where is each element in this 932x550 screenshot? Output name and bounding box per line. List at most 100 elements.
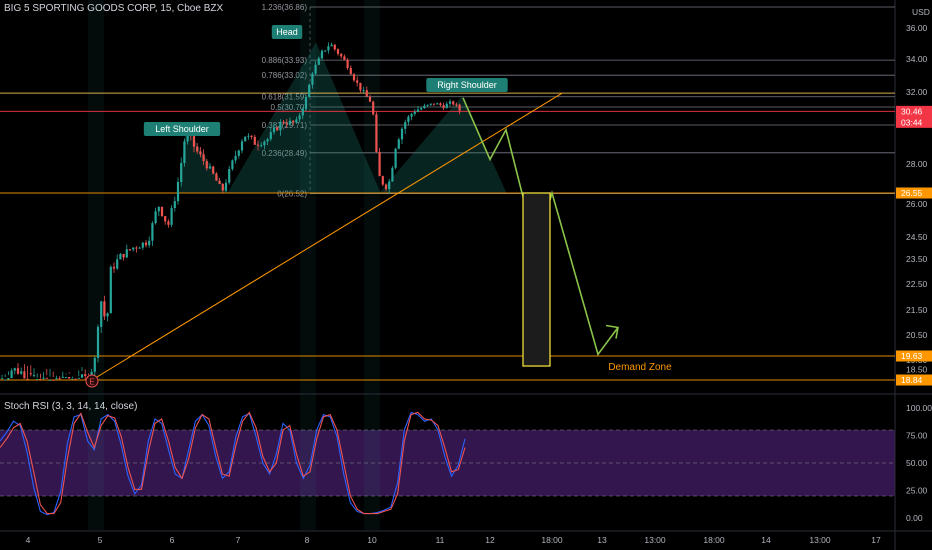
candle-body bbox=[224, 182, 228, 191]
candle-body bbox=[109, 266, 112, 314]
candle-body bbox=[170, 208, 173, 225]
candle-body bbox=[333, 44, 336, 50]
chart-canvas[interactable]: 1.236(36.86)0.886(33.93)0.786(33.02)0.61… bbox=[0, 0, 932, 550]
candle-body bbox=[20, 371, 23, 374]
candle-body bbox=[74, 378, 77, 380]
candle-body bbox=[218, 180, 221, 184]
symbol-header: BIG 5 SPORTING GOODS CORP, 15, Cboe BZX bbox=[4, 3, 224, 14]
candle-body bbox=[84, 374, 87, 377]
candle-body bbox=[45, 377, 48, 379]
candle-body bbox=[330, 44, 333, 47]
candle-body bbox=[100, 301, 103, 327]
candle-body bbox=[359, 82, 362, 91]
candle-body bbox=[260, 145, 263, 147]
candle-body bbox=[42, 377, 45, 379]
candle-body bbox=[452, 101, 455, 105]
price-tick-0: 36.00 bbox=[906, 23, 928, 33]
candle-body bbox=[68, 376, 71, 379]
candle-body bbox=[96, 326, 100, 358]
candle-body bbox=[340, 53, 343, 57]
price-tick-8: 22.50 bbox=[906, 279, 928, 289]
price-marker-value: 30.46 bbox=[901, 106, 923, 116]
candle-body bbox=[80, 374, 84, 378]
candle-body bbox=[448, 101, 452, 104]
price-tick-4: 28.00 bbox=[906, 159, 928, 169]
price-marker-0: 30.4603:44 bbox=[896, 105, 932, 128]
candle-body bbox=[266, 139, 269, 142]
time-tick-3: 7 bbox=[236, 535, 241, 545]
price-marker-value: 26.55 bbox=[901, 188, 923, 198]
candle-body bbox=[176, 182, 180, 202]
candle-body bbox=[36, 378, 39, 380]
candle-body bbox=[112, 266, 116, 269]
session-column-0 bbox=[88, 0, 104, 530]
candle-body bbox=[26, 378, 29, 380]
candle-body bbox=[404, 122, 407, 129]
candle-body bbox=[388, 181, 391, 190]
candle-body bbox=[400, 128, 404, 140]
candle-body bbox=[317, 58, 320, 65]
candle-body bbox=[180, 162, 183, 183]
candle-body bbox=[52, 379, 55, 381]
candle-body bbox=[106, 313, 109, 317]
candle-body bbox=[205, 161, 208, 169]
candle-body bbox=[122, 253, 125, 258]
stoch-tick-3: 25.00 bbox=[906, 486, 928, 496]
candle-body bbox=[458, 104, 461, 111]
candle-body bbox=[269, 132, 272, 140]
candle-body bbox=[199, 151, 202, 155]
candle-body bbox=[413, 111, 416, 114]
pattern-label-0: Left Shoulder bbox=[143, 122, 221, 136]
candle-body bbox=[212, 166, 215, 174]
candle-body bbox=[442, 105, 445, 109]
candle-body bbox=[375, 114, 378, 152]
time-tick-9: 13 bbox=[597, 535, 607, 545]
candle-body bbox=[352, 74, 356, 81]
candle-body bbox=[77, 377, 80, 379]
event-marker-label: E bbox=[89, 378, 94, 387]
candle-body bbox=[103, 301, 106, 317]
candle-body bbox=[455, 104, 458, 106]
fib-label-1: 0.886(33.93) bbox=[262, 56, 308, 65]
candle-body bbox=[173, 201, 176, 209]
price-tick-2: 32.00 bbox=[906, 87, 928, 97]
candle-body bbox=[292, 120, 295, 123]
candle-body bbox=[276, 127, 279, 131]
candle-body bbox=[93, 357, 96, 372]
candle-body bbox=[128, 249, 132, 251]
oscillator-header: Stoch RSI (3, 3, 14, 14, close) bbox=[4, 401, 138, 412]
candle-body bbox=[320, 50, 324, 59]
stoch-tick-4: 0.00 bbox=[906, 513, 923, 523]
candle-body bbox=[343, 56, 346, 60]
candle-body bbox=[240, 141, 244, 151]
candle-body bbox=[10, 370, 13, 379]
stoch-tick-1: 75.00 bbox=[906, 431, 928, 441]
candle-body bbox=[429, 103, 432, 105]
session-column-2 bbox=[364, 0, 380, 530]
candle-body bbox=[157, 206, 160, 212]
candle-body bbox=[301, 108, 304, 116]
price-marker-1: 26.55 bbox=[896, 187, 932, 199]
price-tick-5: 26.00 bbox=[906, 199, 928, 209]
fib-label-0: 1.236(36.86) bbox=[262, 3, 308, 12]
time-tick-4: 8 bbox=[305, 535, 310, 545]
chart-window: 1.236(36.86) 0.886(33.93) 0.786(33.02) 0.61… bbox=[0, 0, 932, 550]
candle-body bbox=[407, 116, 410, 123]
candle-body bbox=[439, 103, 442, 106]
time-tick-8: 18:00 bbox=[541, 535, 563, 545]
candle-body bbox=[282, 121, 285, 124]
price-marker-value: 18.84 bbox=[901, 375, 923, 385]
candle-body bbox=[368, 96, 372, 102]
candle-body bbox=[7, 378, 10, 380]
candle-body bbox=[365, 90, 368, 97]
price-tick-10: 20.50 bbox=[906, 330, 928, 340]
candle-body bbox=[263, 141, 266, 146]
stoch-tick-0: 100.00 bbox=[906, 403, 932, 413]
candle-body bbox=[23, 371, 26, 379]
candle-body bbox=[119, 253, 122, 260]
candle-body bbox=[116, 259, 119, 269]
candle-body bbox=[13, 368, 16, 371]
candle-body bbox=[346, 59, 349, 68]
stoch-tick-2: 50.00 bbox=[906, 458, 928, 468]
candle-body bbox=[295, 119, 298, 123]
